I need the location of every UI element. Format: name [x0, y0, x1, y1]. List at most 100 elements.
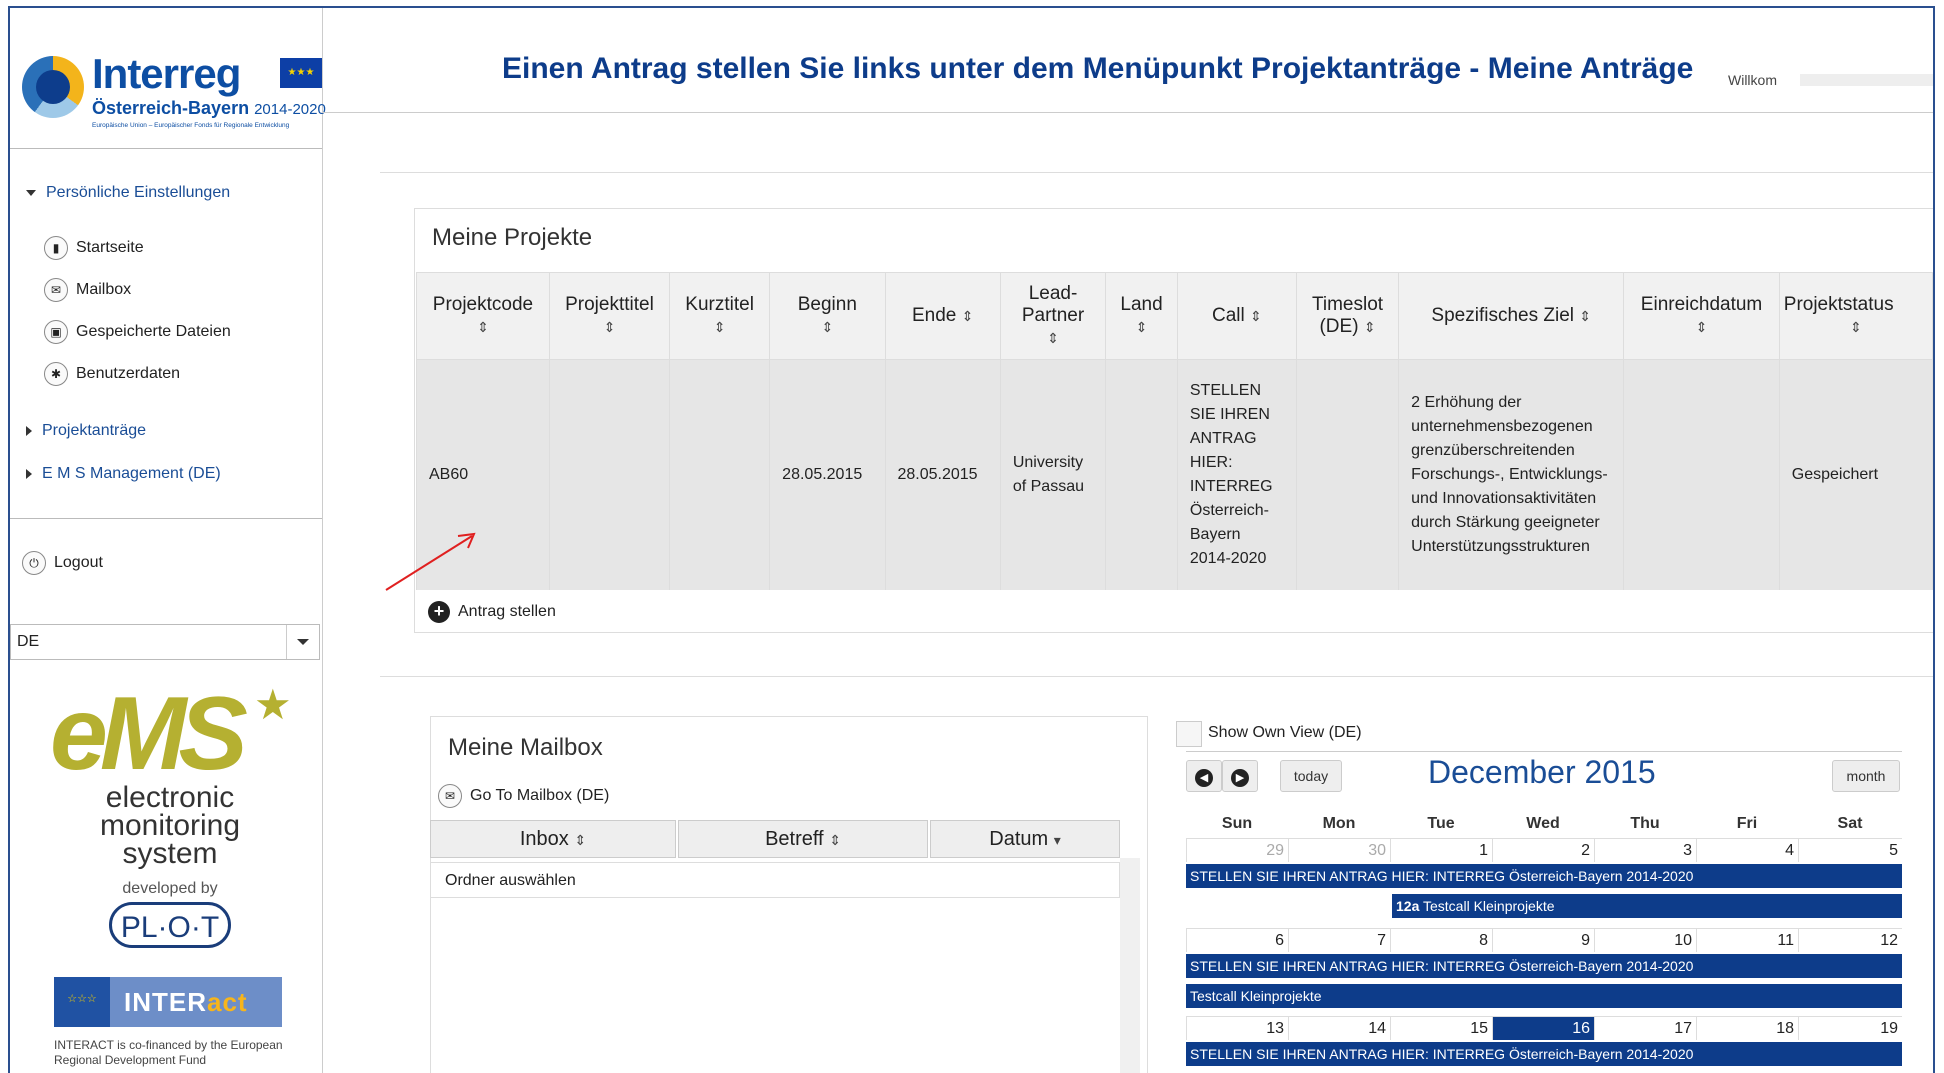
sidebar-item-user-data[interactable]: ✱ Benutzerdaten [44, 362, 180, 386]
day-cell[interactable]: 9 [1492, 928, 1594, 952]
cell-short [669, 359, 771, 590]
day-cell[interactable]: 17 [1594, 1016, 1696, 1040]
nav-section-projects[interactable]: Projektanträge [26, 422, 146, 440]
day-cell[interactable]: 2 [1492, 838, 1594, 862]
col-land[interactable]: Land ⇕ [1105, 272, 1178, 360]
calendar-month-button[interactable]: month [1832, 760, 1900, 792]
day-cell[interactable]: 14 [1288, 1016, 1390, 1040]
add-application-button[interactable]: + Antrag stellen [428, 601, 556, 623]
mailbox-side-panel [1120, 858, 1140, 1073]
col-projektcode[interactable]: Projektcode ⇕ [416, 272, 550, 360]
sort-icon: ⇕ [713, 319, 726, 335]
interact-part1: INTER [124, 987, 207, 1017]
interact-part2: act [207, 987, 248, 1017]
nav-section-projects-label: Projektanträge [42, 422, 147, 439]
col-kurztitel[interactable]: Kurztitel ⇕ [669, 272, 771, 360]
day-cell[interactable]: 13 [1186, 1016, 1288, 1040]
cell-start: 28.05.2015 [769, 359, 886, 590]
sidebar-item-label: Mailbox [76, 281, 132, 298]
day-cell[interactable]: 3 [1594, 838, 1696, 862]
logout-button[interactable]: ⏻ Logout [22, 551, 103, 575]
sort-icon: ⇕ [1363, 319, 1376, 335]
mailbox-col-inbox[interactable]: Inbox ⇕ [430, 820, 676, 858]
col-lead-partner[interactable]: Lead-Partner ⇕ [999, 272, 1107, 360]
day-cell[interactable]: 15 [1390, 1016, 1492, 1040]
calendar-event[interactable]: Testcall Kleinprojekte [1186, 984, 1902, 1008]
calendar-prev-button[interactable]: ◀ [1186, 760, 1222, 792]
sort-icon: ⇕ [1850, 319, 1862, 335]
cell-end: 28.05.2015 [884, 359, 1001, 590]
day-cell-today[interactable]: 16 [1492, 1016, 1594, 1040]
day-cell[interactable]: 6 [1186, 928, 1288, 952]
developed-by: developed by [122, 880, 218, 897]
chevron-right-icon: ▶ [1231, 769, 1249, 787]
calendar-event[interactable]: STELLEN SIE IHREN ANTRAG HIER: INTERREG … [1186, 864, 1902, 888]
calendar-event[interactable]: 12a Testcall Kleinprojekte [1392, 894, 1902, 918]
column-label: Projekttitel [565, 294, 654, 315]
nav-section-personal[interactable]: Persönliche Einstellungen [26, 184, 230, 202]
col-timeslot[interactable]: Timeslot (DE) ⇕ [1295, 272, 1400, 360]
day-cell[interactable]: 8 [1390, 928, 1492, 952]
eu-flag-icon: ★★★ [280, 58, 322, 88]
calendar-today-button[interactable]: today [1280, 760, 1342, 792]
language-select[interactable]: DE [10, 624, 320, 660]
plus-icon: + [428, 601, 450, 623]
sidebar-item-mailbox[interactable]: ✉ Mailbox [44, 278, 131, 302]
sidebar-divider [10, 148, 322, 149]
column-label: Kurztitel [685, 294, 754, 315]
cell-timeslot [1295, 359, 1400, 590]
col-call[interactable]: Call ⇕ [1176, 272, 1297, 360]
col-projektstatus[interactable]: Projektstatus ⇕ [1778, 272, 1933, 360]
sidebar-item-saved-files[interactable]: ▣ Gespeicherte Dateien [44, 320, 231, 344]
sidebar-item-startseite[interactable]: ▮ Startseite [44, 236, 144, 260]
column-label: Datum [989, 828, 1049, 850]
calendar-event[interactable]: STELLEN SIE IHREN ANTRAG HIER: INTERREG … [1186, 954, 1902, 978]
day-cell[interactable]: 11 [1696, 928, 1798, 952]
show-own-view-checkbox[interactable] [1176, 721, 1202, 747]
day-cell[interactable]: 7 [1288, 928, 1390, 952]
day-cell[interactable]: 19 [1798, 1016, 1902, 1040]
day-cell[interactable]: 18 [1696, 1016, 1798, 1040]
weekday-label: Sun [1221, 815, 1253, 832]
gear-icon: ✱ [44, 362, 68, 386]
mailbox-row[interactable]: Ordner auswählen [430, 862, 1120, 898]
chevron-right-icon [26, 468, 32, 479]
col-projekttitel[interactable]: Projekttitel ⇕ [548, 272, 671, 360]
calendar-next-button[interactable]: ▶ [1222, 760, 1258, 792]
event-title: Testcall Kleinprojekte [1423, 898, 1555, 914]
home-icon: ▮ [44, 236, 68, 260]
calendar-event[interactable]: STELLEN SIE IHREN ANTRAG HIER: INTERREG … [1186, 1042, 1902, 1066]
content-divider [380, 676, 1933, 677]
sort-icon: ⇕ [961, 308, 974, 324]
mailbox-title: Meine Mailbox [448, 734, 603, 761]
day-cell[interactable]: 12 [1798, 928, 1902, 952]
nav-section-ems[interactable]: E M S Management (DE) [26, 465, 221, 483]
col-spezifisches-ziel[interactable]: Spezifisches Ziel ⇕ [1398, 272, 1625, 360]
col-beginn[interactable]: Beginn ⇕ [769, 272, 886, 360]
day-cell[interactable]: 30 [1288, 838, 1390, 862]
col-ende[interactable]: Ende ⇕ [884, 272, 1001, 360]
mailbox-col-date[interactable]: Datum ▾ [930, 820, 1120, 858]
sort-icon: ⇕ [1047, 330, 1059, 346]
day-cell[interactable]: 4 [1696, 838, 1798, 862]
mail-icon: ✉ [44, 278, 68, 302]
column-label: Einreichdatum [1640, 294, 1763, 315]
day-cell[interactable]: 1 [1390, 838, 1492, 862]
go-to-mailbox-button[interactable]: ✉ Go To Mailbox (DE) [438, 784, 609, 808]
logo-years: 2014-2020 [254, 101, 326, 118]
day-cell[interactable]: 29 [1186, 838, 1288, 862]
col-einreichdatum[interactable]: Einreichdatum ⇕ [1623, 272, 1780, 360]
column-label: Projektcode [432, 294, 534, 315]
mailbox-col-subject[interactable]: Betreff ⇕ [678, 820, 928, 858]
interreg-logo[interactable]: Interreg ★★★ Österreich-Bayern 2014-2020… [14, 46, 330, 129]
sort-icon: ⇕ [1695, 319, 1708, 335]
sort-icon: ⇕ [1579, 308, 1591, 324]
column-label: Spezifisches Ziel [1431, 305, 1574, 326]
day-cell[interactable]: 10 [1594, 928, 1696, 952]
weekday-label: Mon [1322, 815, 1356, 832]
calendar-title: December 2015 [1428, 754, 1656, 790]
table-row[interactable]: AB60 28.05.2015 28.05.2015 University of… [416, 359, 1933, 590]
day-cell[interactable]: 5 [1798, 838, 1902, 862]
star-icon: ★ [254, 681, 292, 728]
sort-icon: ⇕ [829, 832, 841, 848]
